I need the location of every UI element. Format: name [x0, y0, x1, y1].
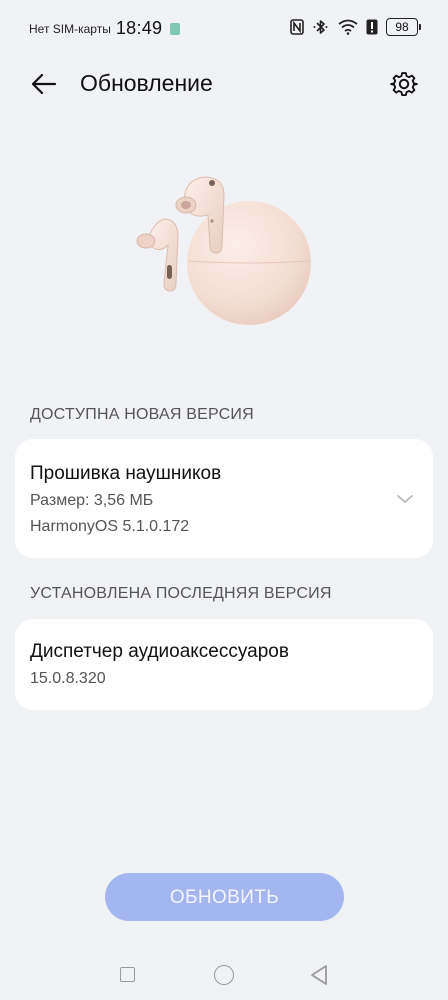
- app-header: Обновление: [0, 60, 448, 106]
- nfc-icon: [290, 19, 304, 35]
- firmware-card[interactable]: Прошивка наушников Размер: 3,56 МБ Harmo…: [15, 439, 433, 558]
- left-earbud: [136, 218, 179, 292]
- alert-icon: [366, 19, 378, 35]
- back-button[interactable]: [28, 68, 60, 100]
- section-title-new-version: ДОСТУПНА НОВАЯ ВЕРСИЯ: [30, 406, 254, 423]
- earbuds-image: [124, 165, 324, 335]
- back-triangle-icon[interactable]: [309, 964, 329, 986]
- settings-button[interactable]: [388, 68, 420, 100]
- home-icon[interactable]: [214, 965, 234, 985]
- sim-icon: [170, 22, 181, 35]
- recent-apps-icon[interactable]: [120, 967, 135, 982]
- section-title-installed: УСТАНОВЛЕНА ПОСЛЕДНЯЯ ВЕРСИЯ: [30, 585, 332, 602]
- firmware-size: Размер: 3,56 МБ: [30, 492, 154, 509]
- arrow-left-icon: [31, 73, 57, 95]
- firmware-version: HarmonyOS 5.1.0.172: [30, 518, 190, 535]
- audio-manager-title: Диспетчер аудиоаксессуаров: [30, 641, 289, 662]
- update-button[interactable]: ОБНОВИТЬ: [105, 873, 344, 921]
- page-title: Обновление: [80, 70, 213, 96]
- chevron-down-icon[interactable]: [395, 489, 415, 509]
- status-left: Нет SIM-карты 18:49: [29, 18, 181, 39]
- firmware-title: Прошивка наушников: [30, 463, 222, 484]
- bluetooth-icon: [312, 18, 330, 36]
- status-right: 98: [290, 18, 421, 36]
- gear-icon: [390, 72, 418, 97]
- battery-icon: 98: [386, 18, 421, 36]
- audio-manager-version: 15.0.8.320: [30, 670, 106, 687]
- wifi-icon: [338, 19, 358, 35]
- system-nav-bar: [0, 960, 448, 992]
- status-bar: Нет SIM-карты 18:49 98: [0, 0, 448, 56]
- clock: 18:49: [115, 18, 163, 38]
- carrier-label: Нет SIM-карты: [29, 21, 111, 36]
- audio-manager-card: Диспетчер аудиоаксессуаров 15.0.8.320: [15, 619, 433, 710]
